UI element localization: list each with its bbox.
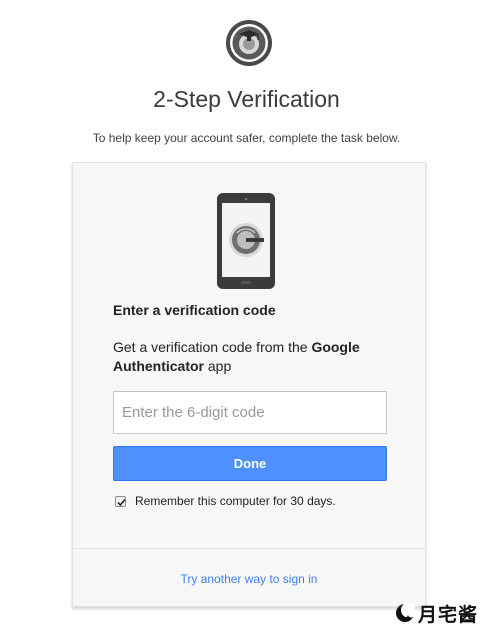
verification-code-input[interactable] [113, 391, 387, 434]
card-divider [73, 548, 425, 549]
remember-label: Remember this computer for 30 days. [135, 494, 336, 508]
try-another-way-link[interactable]: Try another way to sign in [73, 572, 425, 586]
verification-card: Enter a verification code Get a verifica… [72, 162, 426, 607]
verification-page: 2-Step Verification To help keep your ac… [0, 0, 493, 635]
watermark-text: 月宅酱 [418, 604, 479, 626]
remember-checkbox[interactable] [115, 495, 126, 507]
crescent-moon-icon [396, 603, 415, 622]
desc-prefix: Get a verification code from the [113, 339, 312, 355]
remember-computer-option[interactable]: Remember this computer for 30 days. [115, 494, 336, 508]
desc-suffix: app [204, 358, 232, 374]
site-logo-icon [226, 20, 272, 66]
page-subtitle: To help keep your account safer, complet… [92, 131, 401, 145]
checkmark-icon [117, 498, 126, 506]
page-title: 2-Step Verification [153, 86, 340, 112]
card-description: Get a verification code from the Google … [113, 338, 403, 376]
card-heading: Enter a verification code [113, 302, 276, 318]
watermark: 月宅酱 [395, 601, 487, 626]
done-button[interactable]: Done [113, 446, 387, 481]
phone-authenticator-icon [217, 193, 275, 289]
